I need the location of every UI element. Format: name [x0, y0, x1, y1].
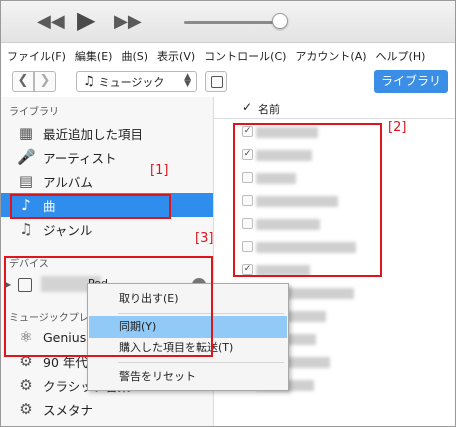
annotation-box-1 [10, 194, 171, 219]
back-button[interactable]: ❮ [12, 71, 34, 92]
rewind-icon[interactable]: ◀◀ [37, 9, 65, 35]
sidebar-item-label: 最近追加した項目 [43, 126, 144, 142]
context-menu: 取り出す(E) 同期(Y) 購入した項目を転送(T) 警告をリセット [87, 283, 289, 391]
sidebar-item-recent[interactable]: ▦ 最近追加した項目 [1, 121, 213, 145]
sidebar-item-genres[interactable]: ♫ ジャンル [1, 217, 213, 241]
gear-icon: ⚙ [19, 376, 33, 394]
genre-icon: ♫ [19, 220, 33, 238]
grid-icon: ▦ [18, 124, 34, 142]
toolbar: ❮ ❯ ♫ ミュージック ▲ ▼ ライブラリ [1, 67, 455, 97]
sidebar-item-label: アルバム [43, 174, 93, 190]
menu-view[interactable]: 表示(V) [157, 48, 195, 64]
sidebar-item-smetana[interactable]: ⚙ スメタナ [1, 397, 213, 421]
library-header: ライブラリ [9, 107, 59, 118]
menu-account[interactable]: アカウント(A) [295, 48, 366, 64]
menu-separator [118, 313, 284, 314]
media-type-label: ミュージック [98, 75, 165, 89]
media-type-select[interactable]: ♫ ミュージック ▲ ▼ [76, 71, 197, 92]
album-icon: ▤ [18, 172, 34, 190]
play-icon[interactable]: ▶ [77, 7, 95, 33]
menu-controls[interactable]: コントロール(C) [204, 48, 286, 64]
fast-forward-icon[interactable]: ▶▶ [114, 9, 142, 35]
menu-item-reset-warnings[interactable]: 警告をリセット [89, 366, 287, 388]
menu-edit[interactable]: 編集(E) [75, 48, 113, 64]
sidebar-item-label: ジャンル [43, 222, 93, 238]
menu-item-transfer-purchases[interactable]: 購入した項目を転送(T) [89, 337, 287, 359]
annotation-label-2: [2] [388, 120, 407, 135]
itunes-window: ◀◀ ▶ ▶▶ ファイル(F) 編集(E) 曲(S) 表示(V) コントロール(… [0, 0, 456, 427]
menu-item-sync[interactable]: 同期(Y) [89, 316, 287, 338]
music-note-icon: ♫ [83, 74, 95, 89]
volume-knob[interactable] [272, 13, 288, 29]
menu-item-eject[interactable]: 取り出す(E) [89, 288, 287, 310]
volume-slider[interactable] [184, 21, 281, 24]
menu-separator [118, 362, 284, 363]
sidebar-item-artists[interactable]: 🎤 アーティスト [1, 145, 213, 169]
menu-bar: ファイル(F) 編集(E) 曲(S) 表示(V) コントロール(C) アカウント… [1, 45, 455, 67]
menu-song[interactable]: 曲(S) [121, 48, 148, 64]
chevron-updown-icon: ▲ ▼ [184, 72, 191, 89]
miniplayer-button[interactable] [205, 71, 227, 92]
sidebar-item-albums[interactable]: ▤ アルバム [1, 169, 213, 193]
list-header: ✓ 名前 [214, 97, 455, 119]
menu-file[interactable]: ファイル(F) [7, 48, 66, 64]
annotation-label-1: [1] [150, 163, 169, 178]
annotation-label-3: [3] [195, 231, 214, 246]
forward-button[interactable]: ❯ [34, 71, 56, 92]
name-column-header[interactable]: 名前 [258, 101, 280, 117]
gear-icon: ⚙ [19, 400, 33, 418]
annotation-box-2 [233, 123, 382, 277]
menu-help[interactable]: ヘルプ(H) [376, 48, 426, 64]
sidebar-item-label: スメタナ [43, 402, 94, 418]
check-column-header[interactable]: ✓ [242, 100, 252, 114]
sidebar-item-label: アーティスト [43, 150, 117, 166]
library-button[interactable]: ライブラリ [374, 70, 448, 93]
player-bar: ◀◀ ▶ ▶▶ [1, 1, 455, 43]
microphone-icon: 🎤 [17, 148, 36, 166]
